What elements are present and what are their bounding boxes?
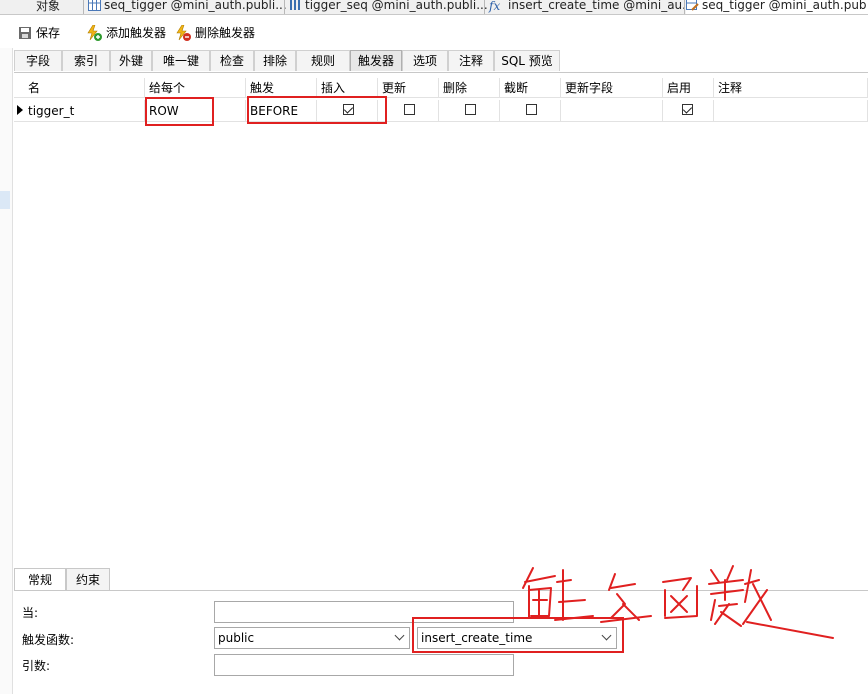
add-trigger-icon	[87, 24, 102, 41]
save-label: 保存	[36, 26, 61, 40]
enabled-checkbox[interactable]	[682, 104, 693, 115]
table-design-icon	[686, 0, 699, 11]
tab-indexes[interactable]: 索引	[62, 50, 110, 71]
tab-triggers[interactable]: 触发器	[350, 50, 402, 71]
function-schema-select[interactable]: public	[214, 627, 410, 649]
args-label: 引数:	[22, 659, 51, 673]
function-schema-value: public	[218, 631, 255, 645]
object-tab-objects[interactable]: 对象	[36, 0, 60, 14]
delete-checkbox[interactable]	[465, 104, 476, 115]
tab-general[interactable]: 常规	[14, 568, 66, 590]
save-button[interactable]: 保存	[18, 24, 60, 41]
object-tab-label: insert_create_time @mini_au...	[508, 0, 694, 12]
column-header-insert[interactable]: 插入	[317, 78, 378, 98]
sequence-icon	[290, 0, 300, 10]
annotation-box-row	[145, 97, 214, 126]
update-checkbox[interactable]	[404, 104, 415, 115]
object-tab-label: seq_tigger @mini_auth.pub	[702, 0, 867, 12]
column-header-for-each[interactable]: 给每个	[145, 78, 246, 98]
tab-sql-preview[interactable]: SQL 预览	[494, 50, 560, 71]
column-header-comment[interactable]: 注释	[714, 78, 868, 98]
tab-excludes[interactable]: 排除	[254, 50, 296, 71]
delete-trigger-button[interactable]: 删除触发器	[175, 24, 255, 41]
table-icon	[88, 0, 101, 11]
function-icon: fx	[489, 0, 501, 13]
column-header-name[interactable]: 名	[14, 78, 145, 98]
cell-comment[interactable]	[714, 100, 868, 122]
column-header-update[interactable]: 更新	[378, 78, 439, 98]
tab-unique-keys[interactable]: 唯一键	[152, 50, 210, 71]
tab-checks[interactable]: 检查	[210, 50, 254, 71]
column-header-update-fields[interactable]: 更新字段	[561, 78, 663, 98]
object-tab-insert-create-time[interactable]: fx insert_create_time @mini_au...	[489, 0, 694, 14]
args-input[interactable]	[214, 654, 514, 676]
tab-rules[interactable]: 规则	[296, 50, 350, 71]
delete-trigger-label: 删除触发器	[195, 26, 256, 40]
add-trigger-label: 添加触发器	[106, 26, 167, 40]
column-header-enabled[interactable]: 启用	[663, 78, 714, 98]
tab-options[interactable]: 选项	[402, 50, 448, 71]
when-label: 当:	[22, 606, 39, 620]
add-trigger-button[interactable]: 添加触发器	[86, 24, 166, 41]
object-tab-seq-tigger-design[interactable]: seq_tigger @mini_auth.pub	[686, 0, 868, 14]
truncate-checkbox[interactable]	[526, 104, 537, 115]
tab-comments[interactable]: 注释	[448, 50, 494, 71]
object-tab-bar: 对象 seq_tigger @mini_auth.publi... tigger…	[0, 0, 868, 15]
object-tab-seq-tigger[interactable]: seq_tigger @mini_auth.publi...	[88, 0, 287, 14]
chevron-down-icon	[394, 630, 405, 641]
tab-fields[interactable]: 字段	[14, 50, 62, 71]
object-tab-label: 对象	[36, 0, 61, 13]
trigger-function-label: 触发函数:	[22, 633, 75, 647]
design-tab-bar: 字段 索引 外键 唯一键 检查 排除 规则 触发器 选项 注释 SQL 预览	[14, 50, 868, 73]
cell-trigger-name[interactable]: tigger_t	[14, 100, 145, 122]
toolbar: 保存 添加触发器 删除触发器	[14, 20, 868, 48]
tab-foreign-keys[interactable]: 外键	[110, 50, 152, 71]
object-tab-tigger-seq[interactable]: tigger_seq @mini_auth.publi...	[289, 0, 488, 14]
left-gutter	[0, 48, 13, 694]
object-tab-label: seq_tigger @mini_auth.publi...	[104, 0, 287, 12]
tab-constraints[interactable]: 约束	[66, 568, 110, 590]
cell-update-fields[interactable]	[561, 100, 663, 122]
column-header-truncate[interactable]: 截断	[500, 78, 561, 98]
delete-trigger-icon	[176, 24, 191, 41]
column-header-delete[interactable]: 删除	[439, 78, 500, 98]
annotation-box-before-insert	[247, 96, 387, 124]
left-selection-marker	[0, 191, 10, 209]
save-icon	[19, 26, 31, 39]
handwritten-annotation	[522, 565, 834, 639]
object-tab-label: tigger_seq @mini_auth.publi...	[305, 0, 488, 12]
column-header-fires[interactable]: 触发	[246, 78, 317, 98]
